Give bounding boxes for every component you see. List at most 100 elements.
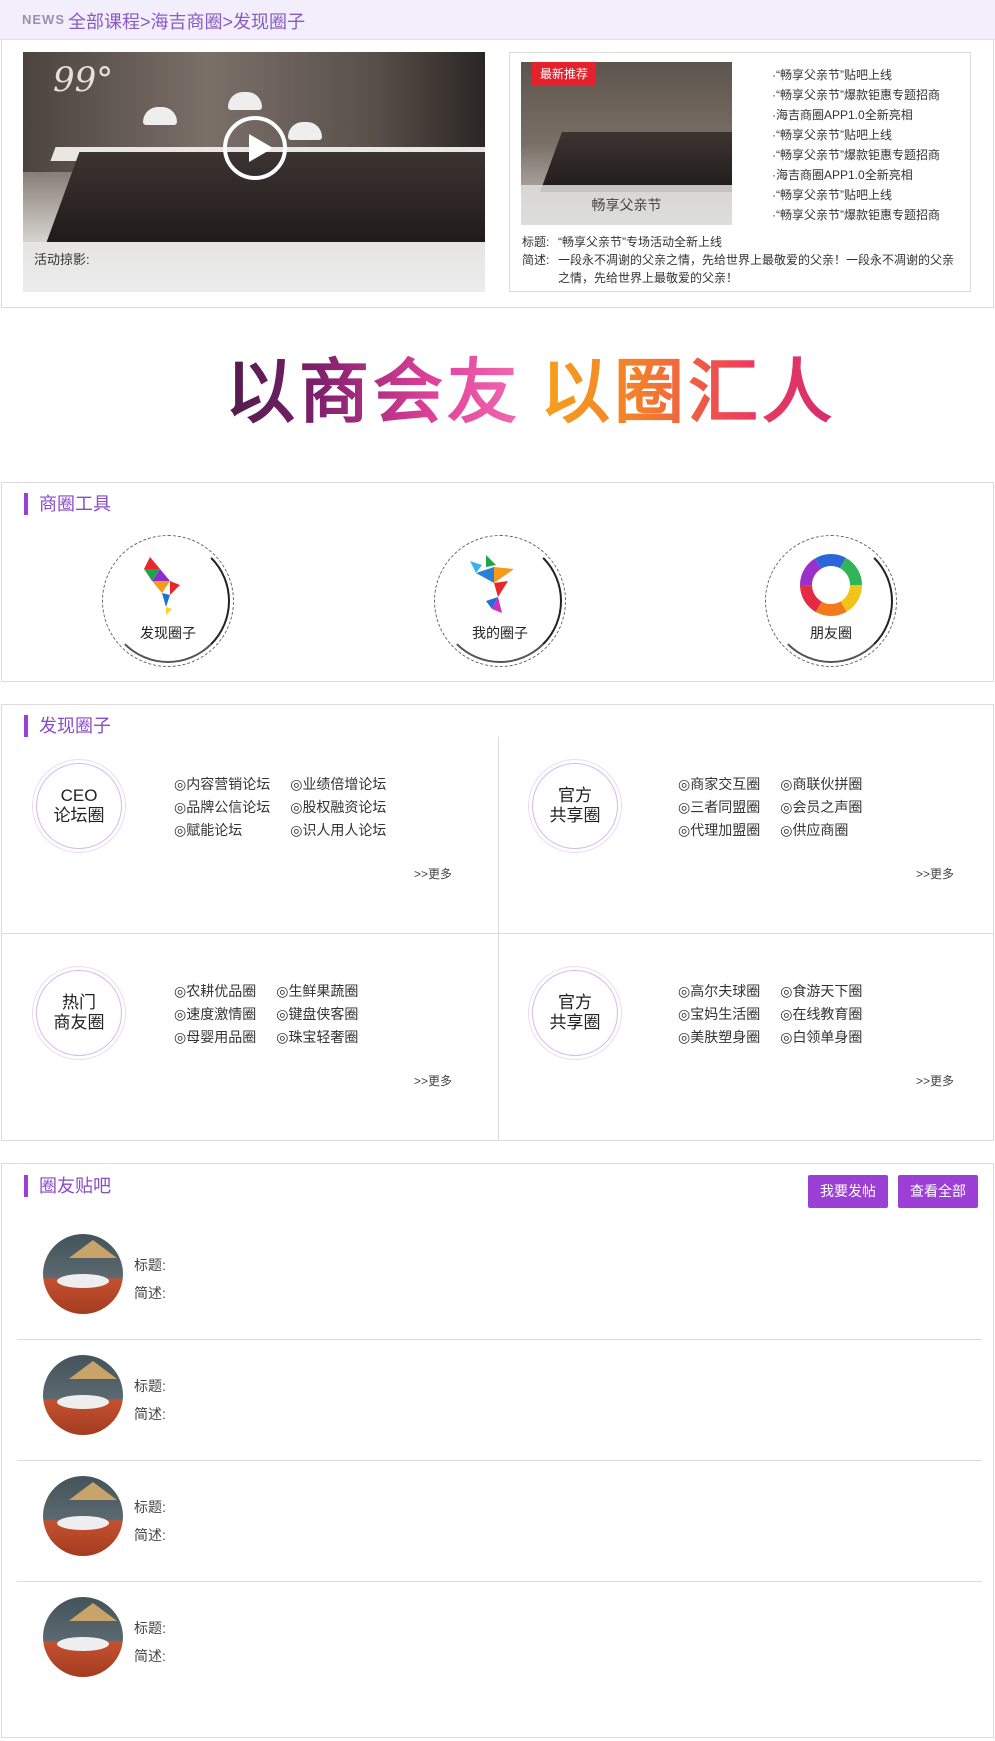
circle-link[interactable]: 美肤塑身圈 [678,1028,760,1047]
badge-line: 官方 [558,993,592,1012]
breadcrumb-bar: NEWS 全部课程>海吉商圈>发现圈子 [0,0,995,40]
video-player[interactable]: 99° 活动掠影: [23,52,485,292]
circle-link[interactable]: 三者同盟圈 [678,798,760,817]
post-button[interactable]: 我要发帖 [808,1175,888,1208]
post-avatar [43,1476,123,1556]
news-item[interactable]: “畅享父亲节”贴吧上线 [772,185,940,205]
circle-link[interactable]: 母婴用品圈 [174,1028,256,1047]
badge-line: 论坛圈 [53,806,105,825]
forum-post[interactable]: 标题: 简述: [17,1461,982,1582]
more-link[interactable]: >>更多 [916,865,954,882]
news-label: NEWS [22,12,65,27]
category-badge[interactable]: 热门 商友圈 [36,970,122,1056]
circle-link[interactable]: 供应商圈 [780,821,862,840]
circle-list: 高尔夫球圈 食游天下圈 宝妈生活圈 在线教育圈 美肤塑身圈 白领单身圈 [678,982,862,1047]
breadcrumb[interactable]: 全部课程>海吉商圈>发现圈子 [68,8,305,34]
circle-list: 内容营销论坛 业绩倍增论坛 品牌公信论坛 股权融资论坛 赋能论坛 识人用人论坛 [174,775,386,840]
post-desc-label: 简述: [134,1648,166,1664]
post-title-label: 标题: [134,1378,166,1394]
circle-link[interactable]: 珠宝轻奢圈 [276,1028,358,1047]
circle-link[interactable]: 内容营销论坛 [174,775,270,794]
recommend-image[interactable]: 最新推荐 畅享父亲节 [521,62,732,225]
post-title-label: 标题: [134,1620,166,1636]
category-badge[interactable]: 官方 共享圈 [532,970,618,1056]
color-ring-icon [800,554,862,616]
news-item[interactable]: “畅享父亲节”贴吧上线 [772,125,940,145]
circle-link[interactable]: 农耕优品圈 [174,982,256,1001]
more-link[interactable]: >>更多 [916,1072,954,1089]
tool-label: 发现圈子 [140,625,196,641]
category-badge[interactable]: CEO 论坛圈 [36,763,122,849]
badge-line: 热门 [62,993,96,1012]
recommend-meta: 标题: “畅享父亲节”专场活动全新上线 简述: 一段永不凋谢的父亲之情，先给世界上最… [522,233,962,287]
badge-line: 共享圈 [549,806,601,825]
badge-line: CEO [60,786,98,805]
title-label: 标题: [522,235,550,249]
circle-list: 农耕优品圈 生鲜果蔬圈 速度激情圈 键盘侠客圈 母婴用品圈 珠宝轻奢圈 [174,982,358,1047]
forum-post[interactable]: 标题: 简述: [17,1340,982,1461]
circle-link[interactable]: 速度激情圈 [174,1005,256,1024]
category-badge[interactable]: 官方 共享圈 [532,763,618,849]
news-item[interactable]: 海吉商圈APP1.0全新亮相 [772,105,940,125]
desc-value: 一段永不凋谢的父亲之情，先给世界上最敬爱的父亲！一段永不凋谢的父亲之情，先给世界… [558,253,955,285]
post-desc-label: 简述: [134,1527,166,1543]
news-item[interactable]: “畅享父亲节”爆款钜惠专题招商 [772,145,940,165]
circle-link[interactable]: 业绩倍增论坛 [290,775,386,794]
circle-link[interactable]: 生鲜果蔬圈 [276,982,358,1001]
more-link[interactable]: >>更多 [414,865,452,882]
badge-line: 共享圈 [549,1013,601,1032]
more-link[interactable]: >>更多 [414,1072,452,1089]
play-icon[interactable] [223,116,287,180]
section-title: 商圈工具 [24,493,111,515]
forum-section: 圈友贴吧 我要发帖 查看全部 标题: 简述: 标题: 简述: 标题: 简述: 标题: 简… [1,1163,994,1738]
circle-link[interactable]: 键盘侠客圈 [276,1005,358,1024]
tools-section: 商圈工具 发现圈子 我的圈子 朋友圈 [1,482,994,682]
circle-link[interactable]: 会员之声圈 [780,798,862,817]
post-title-label: 标题: [134,1499,166,1515]
circle-category: 热门商友圈 农耕优品圈 生鲜果蔬圈 速度激情圈 键盘侠客圈 母婴用品圈 珠宝轻奢… [2,936,498,1142]
circle-list: 商家交互圈 商联伙拼圈 三者同盟圈 会员之声圈 代理加盟圈 供应商圈 [678,775,862,840]
circle-link[interactable]: 商联伙拼圈 [780,775,862,794]
recommend-box: 最新推荐 畅享父亲节 “畅享父亲节”贴吧上线 “畅享父亲节”爆款钜惠专题招商 海… [509,52,971,292]
recommend-image-counter [540,132,732,192]
circle-category: CEO论坛圈 内容营销论坛 业绩倍增论坛 品牌公信论坛 股权融资论坛 赋能论坛 … [2,729,498,935]
slogan-right: 以圈汇人 [540,353,836,431]
badge-line: 商友圈 [53,1013,105,1032]
circle-category: 官方共享圈 高尔夫球圈 食游天下圈 宝妈生活圈 在线教育圈 美肤塑身圈 白领单身… [498,936,994,1142]
post-title-label: 标题: [134,1257,166,1273]
latest-badge: 最新推荐 [532,62,596,86]
circle-link[interactable]: 代理加盟圈 [678,821,760,840]
slogan-left: 以商会友 [225,353,521,431]
circle-link[interactable]: 宝妈生活圈 [678,1005,760,1024]
circle-link[interactable]: 品牌公信论坛 [174,798,270,817]
tangram-bird-icon [144,557,180,615]
view-all-button[interactable]: 查看全部 [898,1175,978,1208]
tool-friends[interactable]: 朋友圈 [765,535,897,667]
news-item[interactable]: “畅享父亲节”爆款钜惠专题招商 [772,85,940,105]
video-caption: 活动掠影: [23,242,485,292]
circle-link[interactable]: 在线教育圈 [780,1005,862,1024]
post-desc-label: 简述: [134,1406,166,1422]
circle-link[interactable]: 股权融资论坛 [290,798,386,817]
recommend-image-caption: 畅享父亲节 [521,185,732,225]
badge-line: 官方 [558,786,592,805]
tool-my-circle[interactable]: 我的圈子 [434,535,566,667]
post-avatar [43,1597,123,1677]
discover-section: 发现圈子 CEO论坛圈 内容营销论坛 业绩倍增论坛 品牌公信论坛 股权融资论坛 … [1,704,994,1141]
circle-link[interactable]: 商家交互圈 [678,775,760,794]
circle-link[interactable]: 食游天下圈 [780,982,862,1001]
desc-label: 简述: [522,253,550,267]
forum-post[interactable]: 标题: 简述: [17,1582,982,1703]
tool-discover[interactable]: 发现圈子 [102,535,234,667]
tool-label: 朋友圈 [810,625,852,641]
news-item[interactable]: “畅享父亲节”贴吧上线 [772,65,940,85]
news-item[interactable]: 海吉商圈APP1.0全新亮相 [772,165,940,185]
post-desc-label: 简述: [134,1285,166,1301]
tangram-person-icon [470,555,514,613]
circle-link[interactable]: 高尔夫球圈 [678,982,760,1001]
circle-link[interactable]: 白领单身圈 [780,1028,862,1047]
circle-link[interactable]: 赋能论坛 [174,821,270,840]
forum-post[interactable]: 标题: 简述: [17,1219,982,1340]
circle-link[interactable]: 识人用人论坛 [290,821,386,840]
news-item[interactable]: “畅享父亲节”爆款钜惠专题招商 [772,205,940,225]
